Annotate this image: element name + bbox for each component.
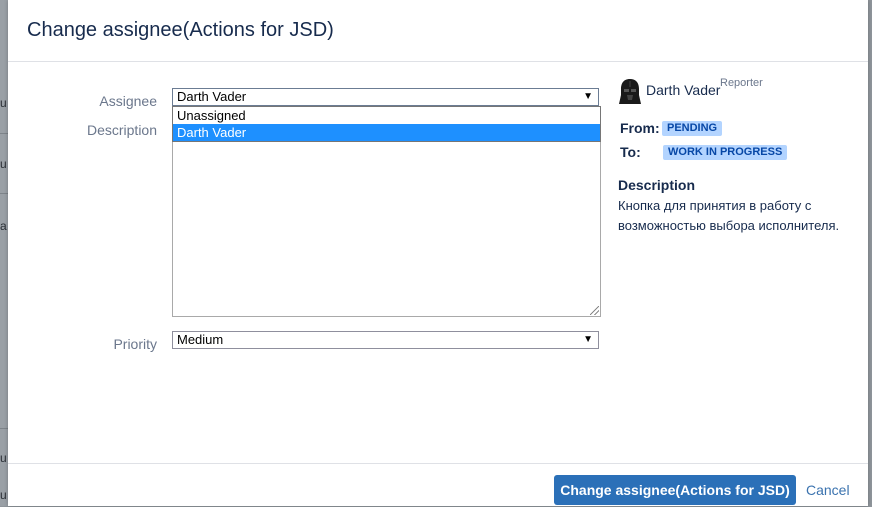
dropdown-arrow-icon: ▼ <box>583 334 593 345</box>
dialog-footer: Change assignee(Actions for JSD) Cancel <box>8 463 868 507</box>
page-backdrop: u u a u u <box>0 0 8 506</box>
resize-grip-icon[interactable] <box>590 306 599 315</box>
status-badge-to: WORK IN PROGRESS <box>663 145 788 160</box>
background-text-fragment: u <box>0 96 7 110</box>
cancel-link[interactable]: Cancel <box>806 482 850 498</box>
reporter-role: Reporter <box>720 77 763 89</box>
transition-from-row: From: PENDING <box>620 120 723 138</box>
dialog-title: Change assignee(Actions for JSD) <box>27 19 334 41</box>
priority-select-value: Medium <box>177 332 224 347</box>
assignee-dropdown-list: Unassigned Darth Vader <box>172 106 601 142</box>
to-label: To: <box>620 144 641 160</box>
side-description-text: Кнопка для принятия в работу с возможнос… <box>618 198 840 233</box>
status-badge-from: PENDING <box>662 121 723 136</box>
reporter-name: Darth Vader <box>646 82 721 98</box>
darth-vader-avatar-icon <box>619 79 641 104</box>
background-text-fragment: u <box>0 488 7 502</box>
assignee-select[interactable]: Darth Vader ▼ <box>172 88 599 106</box>
description-label: Description <box>86 122 157 138</box>
assignee-option-darth-vader[interactable]: Darth Vader <box>173 124 600 141</box>
change-assignee-submit-button[interactable]: Change assignee(Actions for JSD) <box>554 475 796 505</box>
dialog-header: Change assignee(Actions for JSD) <box>8 0 868 62</box>
background-divider <box>0 133 8 134</box>
background-divider <box>0 193 8 194</box>
reporter-row: Darth Vader Reporter <box>618 76 863 108</box>
background-text-fragment: u <box>0 451 7 465</box>
assignee-select-value: Darth Vader <box>177 89 247 104</box>
background-divider <box>0 428 8 429</box>
transition-to-row: To: WORK IN PROGRESS <box>620 144 788 162</box>
assignee-option-unassigned[interactable]: Unassigned <box>173 107 600 124</box>
assignee-label: Assignee <box>99 93 157 109</box>
side-description-heading: Description <box>618 177 696 193</box>
background-text-fragment: a <box>0 219 7 233</box>
background-text-fragment: u <box>0 157 7 171</box>
priority-select[interactable]: Medium ▼ <box>172 331 599 349</box>
dropdown-arrow-icon: ▼ <box>583 91 593 102</box>
priority-label: Priority <box>113 336 157 352</box>
change-assignee-dialog: Change assignee(Actions for JSD) Assigne… <box>8 0 868 506</box>
from-label: From: <box>620 120 660 136</box>
